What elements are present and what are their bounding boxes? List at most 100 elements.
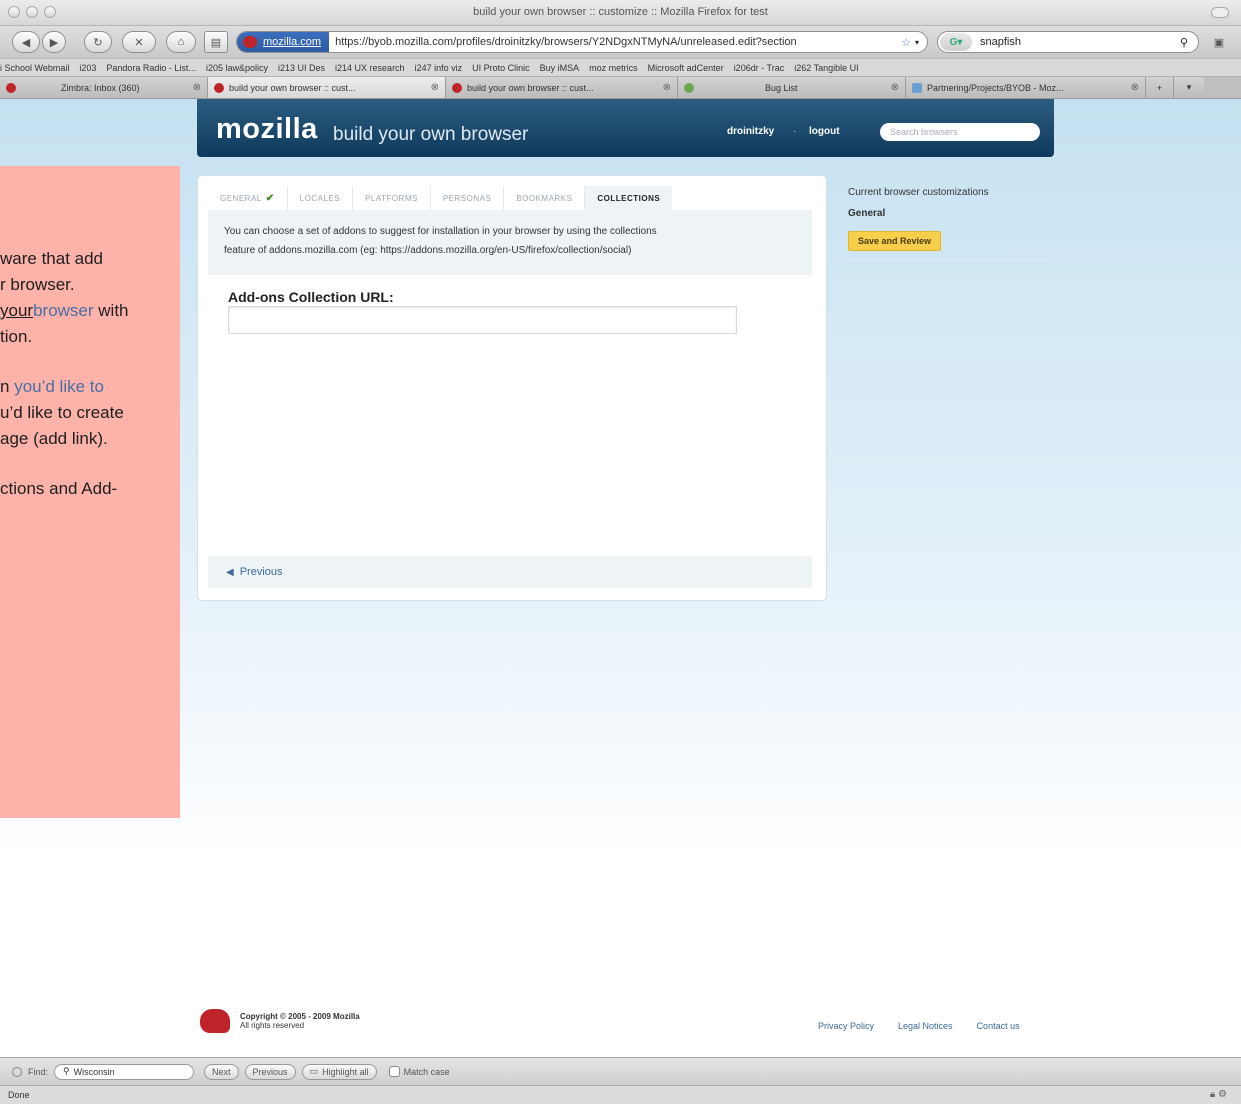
tab-byob-1[interactable]: build your own browser :: cust... ⊗	[208, 77, 446, 98]
note-line: ware that add	[0, 249, 104, 268]
home-icon: ⌂	[177, 36, 185, 48]
bookmark-item[interactable]: i School Webmail	[0, 63, 69, 73]
note-text: with	[93, 301, 129, 320]
find-previous-button[interactable]: Previous	[244, 1063, 296, 1080]
bugzilla-favicon-icon	[684, 82, 694, 93]
tab-label: Partnering/Projects/BYOB - Moz...	[927, 82, 1064, 93]
username-link[interactable]: droinitzky	[727, 126, 774, 137]
mozilla-dino-icon	[243, 36, 257, 48]
bookmark-item[interactable]: Buy iMSA	[540, 63, 580, 73]
close-tab-icon[interactable]: ⊗	[657, 82, 671, 93]
tab-general[interactable]: GENERAL ✔	[208, 186, 288, 210]
collection-url-input[interactable]	[228, 306, 737, 334]
toolbar-toggle-button[interactable]	[1211, 7, 1229, 18]
tab-label: GENERAL	[220, 193, 262, 203]
star-icon[interactable]: ☆	[901, 36, 911, 49]
new-tab-button[interactable]: +	[1146, 77, 1174, 98]
tab-platforms[interactable]: PLATFORMS	[353, 186, 431, 210]
highlight-label: Highlight all	[322, 1066, 369, 1077]
bookmark-item[interactable]: UI Proto Clinic	[472, 63, 530, 73]
bookmark-item[interactable]: i262 Tangible UI	[794, 63, 858, 73]
previous-link[interactable]: Previous	[240, 566, 283, 578]
close-tab-icon[interactable]: ⊗	[425, 82, 439, 93]
status-bar: Done 🔒︎ ⚙	[0, 1085, 1241, 1104]
close-find-bar-icon[interactable]	[12, 1066, 22, 1077]
bookmark-item[interactable]: Pandora Radio - List...	[106, 63, 196, 73]
rights-text: All rights reserved	[240, 1021, 305, 1030]
tab-bookmarks[interactable]: BOOKMARKS	[504, 186, 586, 210]
header-separator: ·	[793, 126, 797, 137]
sidebar-title: Current browser customizations	[848, 187, 989, 198]
info-text-line: feature of addons.mozilla.com (eg: https…	[224, 245, 632, 256]
bookmark-item[interactable]: moz metrics	[589, 63, 638, 73]
url-bar[interactable]: mozilla.com https://byob.mozilla.com/pro…	[236, 31, 928, 53]
highlight-all-button[interactable]: ▭ Highlight all	[301, 1063, 377, 1080]
site-identity-label: mozilla.com	[263, 36, 322, 48]
browser-search-input[interactable]: Search browsers	[880, 123, 1040, 141]
previous-arrow-icon[interactable]: ◀	[226, 567, 234, 578]
home-button[interactable]: ⌂	[166, 31, 196, 53]
bookmark-item[interactable]: i205 law&policy	[206, 63, 268, 73]
customizations-sidebar: Current browser customizations General S…	[848, 187, 1053, 264]
mozilla-logo[interactable]: mozilla	[216, 113, 318, 146]
tab-list-button[interactable]: ▾	[1174, 77, 1204, 98]
bookmark-item[interactable]: i247 info viz	[415, 63, 463, 73]
tab-partnering[interactable]: Partnering/Projects/BYOB - Moz... ⊗	[906, 77, 1146, 98]
note-line: u’d like to create	[0, 403, 124, 422]
page-viewport: mozilla build your own browser droinitzk…	[0, 99, 1241, 1057]
back-button[interactable]: ◀	[12, 31, 40, 53]
search-input[interactable]: snapfish	[980, 36, 1180, 48]
logout-link[interactable]: logout	[809, 126, 840, 137]
tab-zimbra[interactable]: Zimbra: Inbox (360) ⊗	[0, 77, 208, 98]
magnifier-icon[interactable]: ⚲	[1180, 36, 1188, 49]
bookmarks-button[interactable]: ▤	[204, 31, 228, 53]
privacy-policy-link[interactable]: Privacy Policy	[818, 1021, 874, 1031]
tab-bug-list[interactable]: Bug List ⊗	[678, 77, 906, 98]
zimbra-favicon-icon	[6, 82, 16, 93]
tab-label: Bug List	[765, 82, 798, 93]
site-header: mozilla build your own browser droinitzk…	[197, 99, 1054, 157]
reload-icon: ↻	[93, 36, 103, 49]
copyright-text: Copyright © 2005 - 2009 Mozilla	[240, 1012, 360, 1021]
wiki-favicon-icon	[912, 82, 922, 93]
forward-button[interactable]: ▶	[42, 31, 66, 53]
search-bar[interactable]: G▾ snapfish ⚲	[937, 31, 1199, 53]
sidebar-divider	[848, 263, 1053, 264]
close-tab-icon[interactable]: ⊗	[885, 82, 899, 93]
info-text-line: You can choose a set of addons to sugges…	[224, 226, 657, 237]
match-case-label: Match case	[403, 1066, 450, 1077]
bookmark-item[interactable]: i214 UX research	[335, 63, 405, 73]
page-icon[interactable]: ▣	[1208, 31, 1230, 53]
legal-notices-link[interactable]: Legal Notices	[898, 1021, 953, 1031]
stop-button[interactable]: ✕	[122, 31, 156, 53]
tab-collections[interactable]: COLLECTIONS	[585, 186, 673, 210]
tab-byob-2[interactable]: build your own browser :: cust... ⊗	[446, 77, 678, 98]
find-input[interactable]: ⚲ Wisconsin	[54, 1063, 195, 1080]
site-identity-button[interactable]: mozilla.com	[237, 32, 330, 52]
bookmark-item[interactable]: i203	[79, 63, 96, 73]
sidebar-item-general[interactable]: General	[848, 208, 1053, 219]
url-text[interactable]: https://byob.mozilla.com/profiles/droini…	[329, 36, 901, 48]
tab-personas[interactable]: PERSONAS	[431, 186, 505, 210]
contact-us-link[interactable]: Contact us	[977, 1021, 1020, 1031]
match-case-checkbox[interactable]	[388, 1066, 400, 1077]
mozilla-favicon-icon	[214, 82, 224, 93]
status-text: Done	[8, 1090, 30, 1100]
tab-locales[interactable]: LOCALES	[288, 186, 354, 210]
close-tab-icon[interactable]: ⊗	[187, 82, 201, 93]
search-engine-icon[interactable]: G▾	[940, 33, 972, 51]
bookmark-item[interactable]: i213 UI Des	[278, 63, 325, 73]
find-input-value: Wisconsin	[73, 1066, 115, 1077]
reload-button[interactable]: ↻	[84, 31, 112, 53]
close-tab-icon[interactable]: ⊗	[1125, 82, 1139, 93]
lock-icon[interactable]: 🔒︎ ⚙	[1210, 1089, 1227, 1100]
bookmark-item[interactable]: Microsoft adCenter	[648, 63, 724, 73]
customize-panel: GENERAL ✔ LOCALES PLATFORMS PERSONAS BOO…	[197, 175, 827, 601]
note-link-text: browser	[33, 301, 94, 320]
note-line: n you’d like to	[0, 374, 104, 400]
bookmark-item[interactable]: i206dr - Trac	[734, 63, 785, 73]
find-next-button[interactable]: Next	[204, 1063, 239, 1080]
chevron-down-icon[interactable]: ▾	[915, 38, 919, 47]
save-and-review-button[interactable]: Save and Review	[848, 231, 942, 251]
window-title: build your own browser :: customize :: M…	[473, 6, 768, 18]
